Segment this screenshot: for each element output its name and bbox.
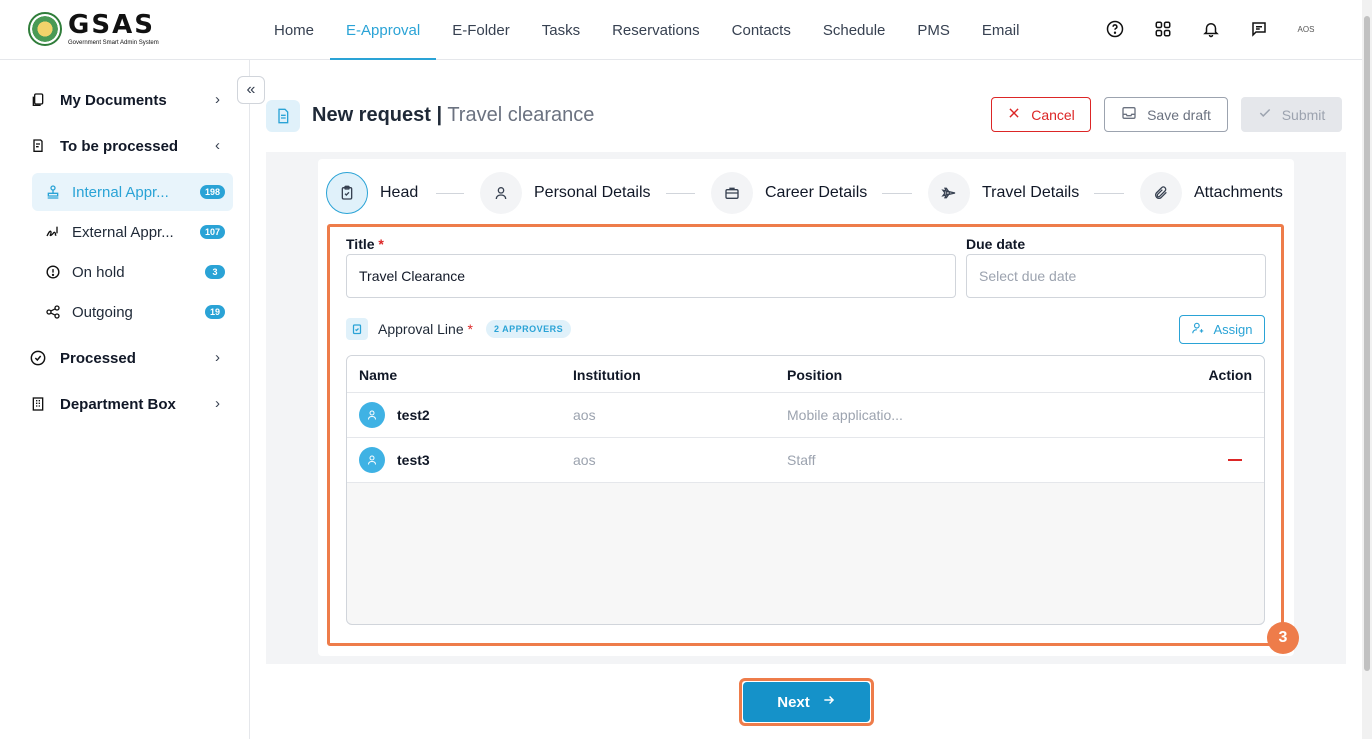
cancel-button[interactable]: Cancel (991, 97, 1091, 132)
plane-icon (928, 172, 970, 214)
save-draft-button[interactable]: Save draft (1104, 97, 1228, 132)
paperclip-icon (1140, 172, 1182, 214)
sidebar-my-documents[interactable]: My Documents › (28, 85, 224, 115)
sidebar-item-internal-approval[interactable]: Internal Appr... 198 (32, 173, 233, 211)
apps-grid-icon[interactable] (1150, 16, 1176, 42)
sidebar-department-box[interactable]: Department Box › (28, 389, 224, 419)
step-head[interactable]: Head (326, 172, 418, 214)
stepper: Head Personal Details Career Details Tra… (326, 172, 1290, 214)
chat-icon[interactable] (1246, 16, 1272, 42)
count-badge: 198 (199, 185, 225, 199)
main-nav: Home E-Approval E-Folder Tasks Reservati… (258, 0, 1035, 60)
person-icon (480, 172, 522, 214)
bell-icon[interactable] (1198, 16, 1224, 42)
logo-subtitle: Government Smart Admin System (68, 40, 159, 46)
nav-home[interactable]: Home (258, 0, 330, 60)
chevron-right-icon: › (215, 395, 220, 412)
stamp-icon (44, 184, 62, 200)
sidebar-item-on-hold[interactable]: On hold 3 (32, 253, 233, 291)
nav-tasks[interactable]: Tasks (526, 0, 596, 60)
count-badge: 107 (199, 225, 225, 239)
page-title: New request | Travel clearance (312, 104, 595, 126)
check-icon (1258, 106, 1272, 123)
logo-text: GSAS (68, 10, 155, 40)
count-badge: 3 (205, 265, 225, 279)
next-button[interactable]: Next (743, 682, 870, 722)
nav-contacts[interactable]: Contacts (716, 0, 807, 60)
close-icon (1007, 106, 1021, 123)
share-icon (44, 304, 62, 320)
step-travel-details[interactable]: Travel Details (928, 172, 1079, 214)
step-personal-details[interactable]: Personal Details (480, 172, 651, 214)
count-badge: 19 (204, 305, 225, 319)
building-icon (28, 395, 48, 413)
sidebar-item-external-approval[interactable]: External Appr... 107 (32, 213, 233, 251)
chevron-left-icon: ‹ (215, 137, 220, 154)
highlight-box (327, 224, 1284, 646)
sidebar-item-outgoing[interactable]: Outgoing 19 (32, 293, 233, 331)
document-icon (266, 100, 300, 132)
logo[interactable]: GSAS Government Smart Admin System (28, 12, 159, 46)
help-icon[interactable] (1102, 16, 1128, 42)
nav-e-approval[interactable]: E-Approval (330, 0, 437, 60)
emblem-icon (28, 12, 62, 46)
arrow-right-icon (822, 693, 836, 711)
nav-email[interactable]: Email (966, 0, 1036, 60)
documents-icon (28, 91, 48, 109)
alert-circle-icon (44, 265, 62, 279)
check-circle-icon (28, 350, 48, 366)
inbox-icon (1121, 105, 1137, 124)
clipboard-icon (326, 172, 368, 214)
page-scrollbar[interactable] (1362, 0, 1372, 739)
nav-reservations[interactable]: Reservations (596, 0, 716, 60)
step-attachments[interactable]: Attachments (1140, 172, 1283, 214)
nav-e-folder[interactable]: E-Folder (436, 0, 526, 60)
step-annotation-badge: 3 (1267, 622, 1299, 654)
sidebar-to-be-processed[interactable]: To be processed ‹ (28, 131, 224, 161)
user-avatar[interactable]: AOS (1294, 25, 1318, 34)
scrollbar-thumb[interactable] (1364, 16, 1370, 671)
step-career-details[interactable]: Career Details (711, 172, 867, 214)
briefcase-icon (711, 172, 753, 214)
signature-icon (44, 224, 62, 240)
chevron-right-icon: › (215, 91, 220, 108)
submit-button[interactable]: Submit (1241, 97, 1342, 132)
collapse-sidebar-button[interactable]: « (237, 76, 265, 104)
nav-schedule[interactable]: Schedule (807, 0, 902, 60)
sidebar-processed[interactable]: Processed › (28, 343, 224, 373)
chevron-right-icon: › (215, 349, 220, 366)
nav-pms[interactable]: PMS (901, 0, 966, 60)
clipboard-icon (28, 137, 48, 155)
top-bar: GSAS Government Smart Admin System Home … (0, 0, 1362, 60)
